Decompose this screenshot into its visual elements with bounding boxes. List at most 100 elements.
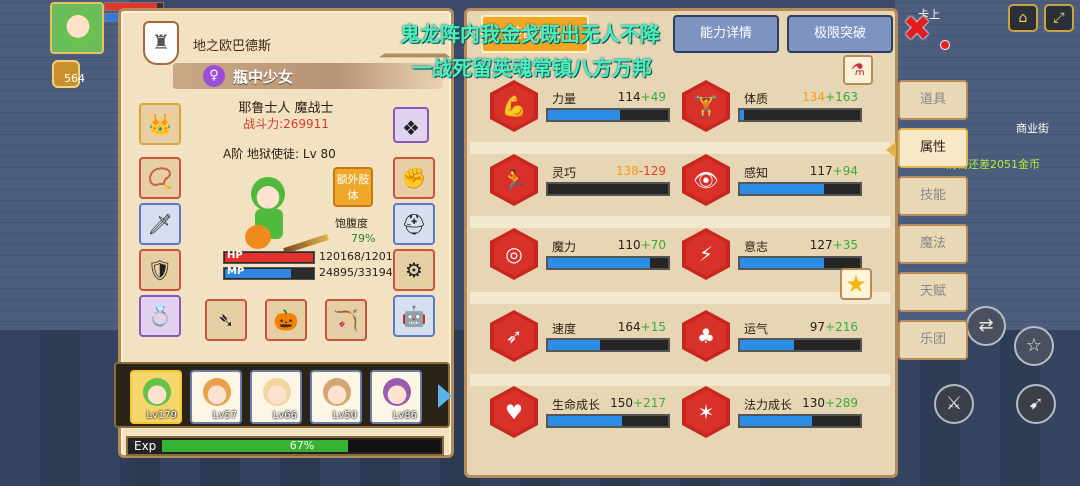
- muscle-icon: 💪: [494, 84, 534, 128]
- sprite-pumpkin: [245, 225, 271, 249]
- stat-icon-frame: ♥: [490, 386, 538, 438]
- glove-slot[interactable]: ✊: [393, 157, 435, 199]
- robot-slot[interactable]: 🤖: [393, 295, 435, 337]
- network-icon[interactable]: ⌂: [1008, 4, 1038, 32]
- stat-bar-fill: [740, 416, 812, 426]
- satiety-value: 79%: [351, 232, 376, 245]
- stat-bar: [738, 414, 862, 428]
- runner-icon: 🏃: [494, 158, 534, 202]
- exp-percent: 67%: [289, 439, 315, 452]
- tab-ability-details[interactable]: 能力详情: [673, 15, 779, 53]
- stat-row[interactable]: ✶ 法力成长 130+289: [682, 386, 864, 446]
- stat-name: 体质: [744, 92, 769, 106]
- stat-row[interactable]: 👁 感知 117+94: [682, 154, 864, 214]
- stat-bar-fill: [740, 258, 824, 268]
- party-member[interactable]: Lv57: [190, 370, 242, 424]
- stat-value: 134+163: [780, 90, 858, 104]
- stat-row[interactable]: ◎ 魔力 110+70: [490, 228, 672, 288]
- mana-growth-icon: ✶: [686, 390, 726, 434]
- party-member-portrait: [143, 378, 171, 406]
- side-tab[interactable]: 天赋: [898, 272, 968, 312]
- helmet-slot[interactable]: ⛑: [393, 203, 435, 245]
- party-next-arrow-icon[interactable]: [438, 384, 452, 408]
- stat-bar-fill: [740, 340, 794, 350]
- star-icon[interactable]: ★: [840, 268, 872, 300]
- ring-slot[interactable]: 💍: [139, 295, 181, 337]
- stat-icon-frame: ✶: [682, 386, 730, 438]
- character-rank: A阶 地狱使徒: Lv 80: [223, 147, 336, 161]
- stat-value: 97+216: [780, 320, 858, 334]
- stat-row[interactable]: ➶ 速度 164+15: [490, 310, 672, 370]
- head-slot[interactable]: 👑: [139, 103, 181, 145]
- expand-icon[interactable]: ⤢: [1044, 4, 1074, 32]
- bow-icon[interactable]: ➹: [1016, 384, 1056, 424]
- stat-bar-fill: [548, 340, 600, 350]
- stat-bonus: +49: [640, 90, 666, 104]
- stat-value: 164+15: [588, 320, 666, 334]
- party-member-level: Lv179: [146, 410, 177, 421]
- weapon-slot[interactable]: 🗡: [139, 203, 181, 245]
- stat-value: 117+94: [780, 164, 858, 178]
- stat-bar-fill: [740, 184, 824, 194]
- tab-limit-break[interactable]: 极限突破: [787, 15, 893, 53]
- side-tab[interactable]: 技能: [898, 176, 968, 216]
- stat-icon-frame: ⚡: [682, 228, 730, 280]
- stat-row[interactable]: ♣ 运气 97+216: [682, 310, 864, 370]
- pumpkin-slot[interactable]: 🎃: [265, 299, 307, 341]
- stat-bar: [738, 182, 862, 196]
- gem-slot[interactable]: ❖: [393, 107, 429, 143]
- accessory-slot[interactable]: ⚙: [393, 249, 435, 291]
- stat-icon-frame: 👁: [682, 154, 730, 206]
- stat-base: 130: [802, 396, 826, 410]
- stat-bar: [738, 108, 862, 122]
- stat-bonus: +216: [825, 320, 858, 334]
- party-member[interactable]: Lv179: [130, 370, 182, 424]
- stat-bar: [738, 338, 862, 352]
- spiral-icon: ◎: [494, 232, 534, 276]
- stat-row[interactable]: ♥ 生命成长 150+217: [490, 386, 672, 446]
- armor-slot[interactable]: 🛡: [139, 249, 181, 291]
- stats-divider: [470, 142, 890, 154]
- stat-bar-fill: [548, 416, 622, 426]
- stat-value: 110+70: [588, 238, 666, 252]
- party-member-level: Lv50: [332, 410, 357, 421]
- stat-row[interactable]: 🏋 体质 134+163: [682, 80, 864, 140]
- party-member[interactable]: Lv86: [370, 370, 422, 424]
- stat-bonus: +94: [832, 164, 858, 178]
- exp-track: 67%: [162, 439, 440, 452]
- stat-bar-fill: [548, 258, 650, 268]
- stat-icon-frame: ➶: [490, 310, 538, 362]
- party-member[interactable]: Lv66: [250, 370, 302, 424]
- stat-bar: [546, 108, 670, 122]
- sword-icon[interactable]: ⚔: [934, 384, 974, 424]
- stat-value: 130+289: [780, 396, 858, 410]
- stat-row[interactable]: ⚡ 意志 127+35: [682, 228, 864, 288]
- side-tab[interactable]: 魔法: [898, 224, 968, 264]
- amulet-slot[interactable]: 📿: [139, 157, 181, 199]
- party-strip: Lv179 Lv57 Lv66 Lv50 Lv86: [114, 362, 450, 428]
- player-face: [60, 12, 96, 48]
- side-tab[interactable]: 乐团: [898, 320, 968, 360]
- player-portrait[interactable]: [50, 2, 104, 54]
- stats-divider: [470, 374, 890, 386]
- stat-icon-frame: 🏃: [490, 154, 538, 206]
- wing-icon: ➶: [494, 314, 534, 358]
- stat-name: 力量: [552, 92, 577, 106]
- extra-limb-button[interactable]: 额外肢体: [333, 167, 373, 207]
- favorite-star-icon[interactable]: ☆: [1014, 326, 1054, 366]
- stat-value: 127+35: [780, 238, 858, 252]
- side-tab[interactable]: 道具: [898, 80, 968, 120]
- exp-bar: Exp 67%: [126, 436, 444, 456]
- stat-row[interactable]: 🏃 灵巧 138-129: [490, 154, 672, 214]
- side-tab[interactable]: 属性: [898, 128, 968, 168]
- close-icon[interactable]: ✖: [900, 12, 934, 48]
- bow-slot[interactable]: 🏹: [325, 299, 367, 341]
- stat-row[interactable]: 💪 力量 114+49: [490, 80, 672, 140]
- party-member[interactable]: Lv50: [310, 370, 362, 424]
- overlay-poem-line-1: 鬼龙阵内我金戈既出无人不降: [400, 22, 660, 46]
- spear-slot[interactable]: ➴: [205, 299, 247, 341]
- stat-value: 150+217: [588, 396, 666, 410]
- stat-bar: [546, 338, 670, 352]
- swap-icon[interactable]: ⇄: [966, 306, 1006, 346]
- mp-label: MP: [227, 266, 245, 277]
